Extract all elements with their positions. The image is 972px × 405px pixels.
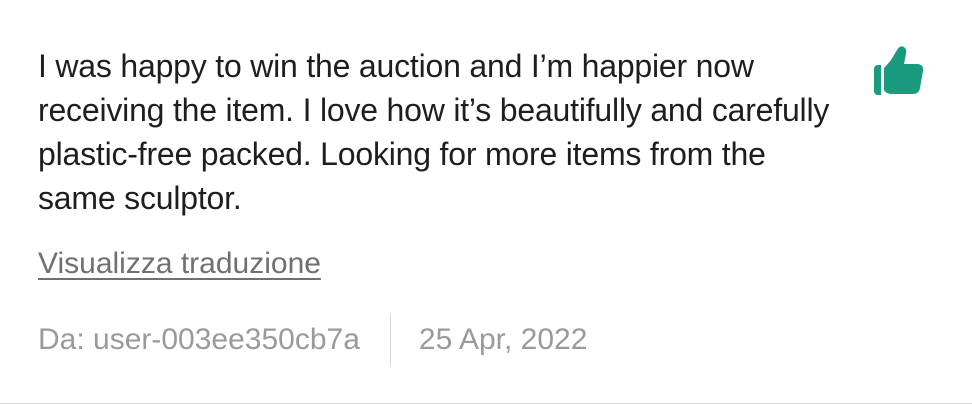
review-author: Da: user-003ee350cb7a bbox=[38, 323, 360, 356]
meta-divider bbox=[389, 314, 391, 366]
view-translation-link[interactable]: Visualizza traduzione bbox=[38, 244, 321, 284]
review-meta: Da: user-003ee350cb7a 25 Apr, 2022 bbox=[38, 312, 587, 368]
review-date: 25 Apr, 2022 bbox=[418, 323, 588, 356]
review-text: I was happy to win the auction and I’m h… bbox=[38, 48, 830, 216]
thumbs-up-icon bbox=[874, 46, 924, 95]
review-card: I was happy to win the auction and I’m h… bbox=[0, 0, 972, 404]
